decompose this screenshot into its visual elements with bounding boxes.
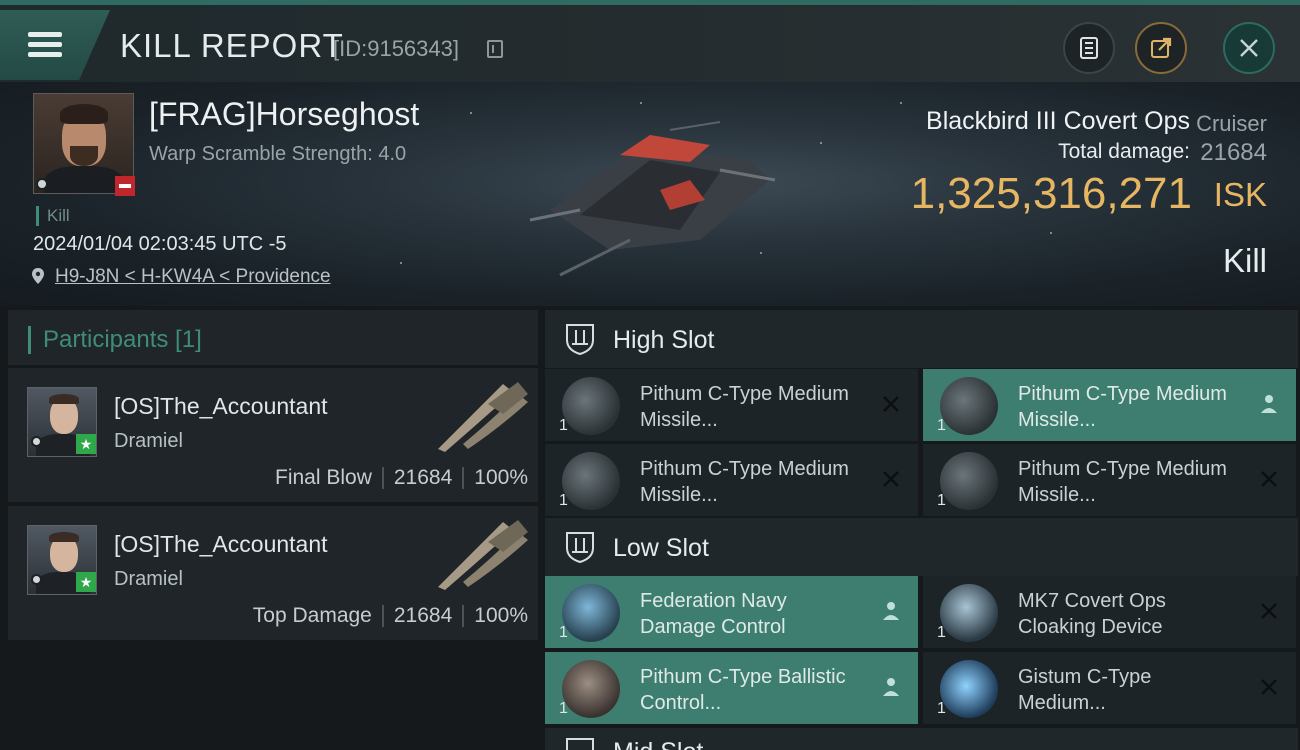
low-slot-header: Low Slot — [545, 518, 1298, 576]
module-name: Pithum C-Type Medium Missile... — [640, 383, 849, 431]
missile-launcher-icon — [940, 377, 998, 435]
participant-ship-image — [438, 382, 528, 452]
participants-header: Participants [1] — [8, 310, 538, 365]
missile-launcher-icon — [562, 377, 620, 435]
module-name: Pithum C-Type Medium Missile... — [640, 458, 849, 506]
warp-scramble-strength: Warp Scramble Strength: 4.0 — [149, 143, 407, 165]
victim-name[interactable]: [FRAG]Horseghost — [149, 96, 419, 133]
shield-module-icon — [940, 660, 998, 718]
destroyed-x-icon — [883, 471, 899, 487]
module-quantity: 1 — [559, 700, 568, 717]
kill-result: Kill — [1222, 242, 1267, 279]
low-slot-label: Low Slot — [613, 534, 709, 562]
notes-icon — [1080, 37, 1098, 59]
dropped-person-icon — [1261, 395, 1277, 413]
notes-button[interactable] — [1063, 22, 1115, 74]
dropped-person-icon — [883, 678, 899, 696]
victim-ship-image[interactable] — [520, 100, 790, 280]
mid-slot-header: Mid Slot — [545, 728, 1298, 750]
total-damage-value: 21684 — [1200, 139, 1267, 166]
module-quantity: 1 — [559, 417, 568, 434]
module-name: Gistum C-Type Medium... — [1018, 666, 1152, 714]
participant-role: Final Blow — [275, 466, 372, 489]
participant-ship: Dramiel — [114, 568, 183, 590]
menu-button[interactable] — [0, 10, 110, 80]
low-slot-icon — [566, 532, 594, 564]
participant-ship-image — [438, 520, 528, 590]
module-item[interactable]: 1 Pithum C-Type Medium Missile... — [923, 444, 1296, 516]
module-quantity: 1 — [937, 492, 946, 509]
victim-ship-class: Cruiser — [1196, 111, 1267, 136]
location-pin-icon — [32, 268, 44, 284]
module-item[interactable]: 1 MK7 Covert Ops Cloaking Device — [923, 576, 1296, 648]
header-bar: KILL REPORT [ID:9156343] — [0, 0, 1300, 82]
damage-control-icon — [562, 584, 620, 642]
isk-unit: ISK — [1213, 176, 1267, 213]
isk-value: 1,325,316,271 — [910, 169, 1192, 218]
module-item[interactable]: 1 Pithum C-Type Medium Missile... — [545, 369, 918, 441]
module-name: Pithum C-Type Medium Missile... — [1018, 458, 1227, 506]
module-name: Pithum C-Type Ballistic Control... — [640, 666, 846, 714]
participant-name: [OS]The_Accountant — [114, 531, 328, 557]
hamburger-icon — [28, 32, 62, 58]
participant-row[interactable]: ★ [OS]The_Accountant Dramiel Final Blow 2… — [8, 368, 538, 502]
participant-percent: 100% — [474, 466, 528, 489]
participant-name: [OS]The_Accountant — [114, 393, 328, 419]
destroyed-x-icon — [1261, 603, 1277, 619]
page-title: KILL REPORT — [120, 27, 344, 64]
ballistic-control-icon — [562, 660, 620, 718]
high-slot-icon — [566, 324, 594, 356]
corp-icon — [31, 436, 42, 447]
copy-icon[interactable] — [487, 40, 503, 58]
dropped-person-icon — [883, 602, 899, 620]
location-link[interactable]: H9-J8N < H-KW4A < Providence — [55, 266, 331, 288]
report-id: [ID:9156343] — [333, 36, 459, 61]
high-slot-label: High Slot — [613, 326, 715, 354]
module-name: Federation Navy Damage Control — [640, 590, 787, 638]
participant-damage: 21684 — [393, 466, 453, 489]
module-quantity: 1 — [937, 417, 946, 434]
star-badge-icon: ★ — [76, 572, 96, 592]
module-item[interactable]: 1 Gistum C-Type Medium... — [923, 652, 1296, 724]
module-quantity: 1 — [937, 624, 946, 641]
cloaking-device-icon — [940, 584, 998, 642]
missile-launcher-icon — [940, 452, 998, 510]
share-button[interactable] — [1135, 22, 1187, 74]
participant-stats: Top Damage 21684 100% — [253, 604, 528, 628]
participant-row[interactable]: ★ [OS]The_Accountant Dramiel Top Damage 2… — [8, 506, 538, 640]
hostile-badge-icon — [115, 176, 135, 196]
total-damage-label: Total damage: — [1058, 140, 1190, 163]
corp-icon — [31, 574, 42, 585]
module-quantity: 1 — [937, 700, 946, 717]
module-quantity: 1 — [559, 624, 568, 641]
participant-damage: 21684 — [393, 604, 453, 627]
module-item[interactable]: 1 Pithum C-Type Ballistic Control... — [545, 652, 918, 724]
kill-datetime: 2024/01/04 02:03:45 UTC -5 — [33, 233, 287, 255]
destroyed-x-icon — [1261, 471, 1277, 487]
mid-slot-icon — [566, 738, 594, 750]
participants-title: Participants [1] — [28, 326, 202, 354]
mid-slot-label: Mid Slot — [613, 738, 703, 750]
module-name: Pithum C-Type Medium Missile... — [1018, 383, 1227, 431]
module-quantity: 1 — [559, 492, 568, 509]
victim-ship-name[interactable]: Blackbird III Covert Ops — [926, 107, 1190, 136]
missile-launcher-icon — [562, 452, 620, 510]
module-item[interactable]: 1 Federation Navy Damage Control — [545, 576, 918, 648]
module-name: MK7 Covert Ops Cloaking Device — [1018, 590, 1166, 638]
module-item[interactable]: 1 Pithum C-Type Medium Missile... — [923, 369, 1296, 441]
module-item[interactable]: 1 Pithum C-Type Medium Missile... — [545, 444, 918, 516]
destroyed-x-icon — [1261, 679, 1277, 695]
high-slot-header: High Slot — [545, 310, 1298, 368]
corp-icon — [36, 178, 48, 190]
participant-role: Top Damage — [252, 604, 372, 627]
participant-ship: Dramiel — [114, 430, 183, 452]
share-icon — [1151, 37, 1172, 58]
star-badge-icon: ★ — [76, 434, 96, 454]
destroyed-x-icon — [883, 396, 899, 412]
participant-percent: 100% — [474, 604, 528, 627]
kill-tag: Kill — [36, 206, 70, 226]
participant-stats: Final Blow 21684 100% — [275, 466, 528, 490]
close-icon — [1240, 39, 1258, 57]
close-button[interactable] — [1223, 22, 1275, 74]
